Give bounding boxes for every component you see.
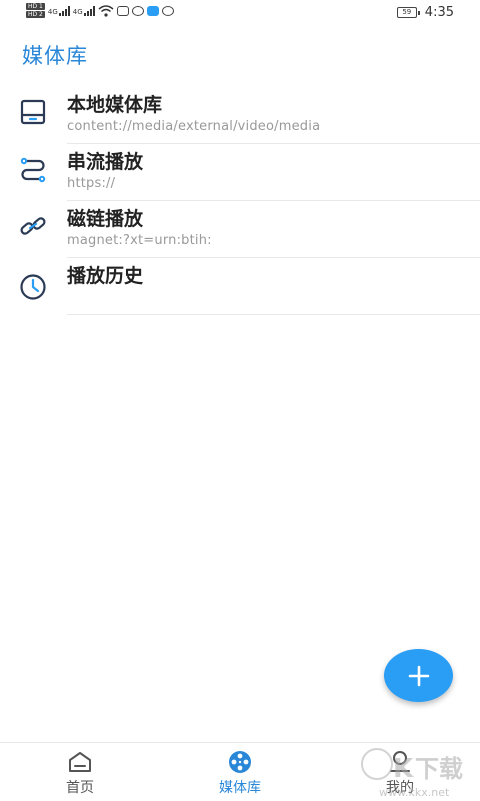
add-button[interactable]	[384, 649, 453, 702]
wifi-icon	[98, 4, 114, 17]
list-item-subtitle: magnet:?xt=urn:btih:	[67, 233, 212, 248]
sim-badges: HD 1 HD 2	[26, 3, 45, 18]
magnet-link-icon	[20, 217, 46, 235]
signal-bars-icon	[83, 5, 95, 16]
list-item-local-media[interactable]: 本地媒体库 content://media/external/video/med…	[0, 87, 480, 144]
sim-badge-1: HD 1	[26, 3, 45, 10]
chat-icon	[131, 5, 144, 16]
list-item-title: 本地媒体库	[67, 94, 163, 116]
list-item-history[interactable]: 播放历史	[0, 258, 480, 315]
nav-tab-media-library[interactable]: 媒体库	[180, 749, 300, 797]
stream-icon	[20, 157, 46, 183]
list-item-streaming[interactable]: 串流播放 https://	[0, 144, 480, 201]
storage-icon	[20, 99, 46, 125]
home-icon	[69, 752, 91, 772]
signal-2: 4G	[72, 5, 95, 16]
nav-tab-profile[interactable]: 我的	[340, 749, 460, 797]
film-reel-icon	[229, 751, 251, 773]
sim-badge-2: HD 2	[26, 11, 45, 18]
signal-bars-icon	[58, 5, 70, 16]
status-bar: HD 1 HD 2 4G 4G 59 4:35	[0, 0, 480, 26]
network-type-2: 4G	[72, 7, 83, 16]
profile-icon	[390, 751, 410, 772]
signal-1: 4G	[47, 5, 70, 16]
page-title: 媒体库	[22, 44, 88, 68]
list-item-subtitle: content://media/external/video/media	[67, 119, 321, 134]
nav-label: 我的	[386, 780, 414, 796]
app-notification-icon	[146, 5, 159, 16]
list-item-subtitle: https://	[67, 176, 116, 191]
clock: 4:35	[424, 5, 454, 20]
list-item-title: 串流播放	[67, 151, 144, 173]
status-right: 59 4:35	[396, 5, 454, 20]
nav-label: 媒体库	[219, 780, 261, 796]
battery-icon: 59	[396, 7, 420, 18]
nav-label: 首页	[66, 780, 94, 796]
plus-icon	[408, 665, 429, 686]
network-type-1: 4G	[47, 7, 58, 16]
mail-icon	[116, 5, 129, 16]
list-item-title: 磁链播放	[67, 208, 144, 230]
list-item-title: 播放历史	[67, 265, 144, 287]
history-icon	[20, 274, 46, 300]
media-source-list: 本地媒体库 content://media/external/video/med…	[0, 87, 480, 315]
status-left: HD 1 HD 2 4G 4G	[26, 3, 174, 18]
nav-tab-home[interactable]: 首页	[20, 749, 140, 797]
list-item-magnet[interactable]: 磁链播放 magnet:?xt=urn:btih:	[0, 201, 480, 258]
send-icon	[161, 5, 174, 16]
bottom-nav: 首页 媒体库 我的	[0, 742, 480, 801]
divider	[67, 314, 480, 315]
